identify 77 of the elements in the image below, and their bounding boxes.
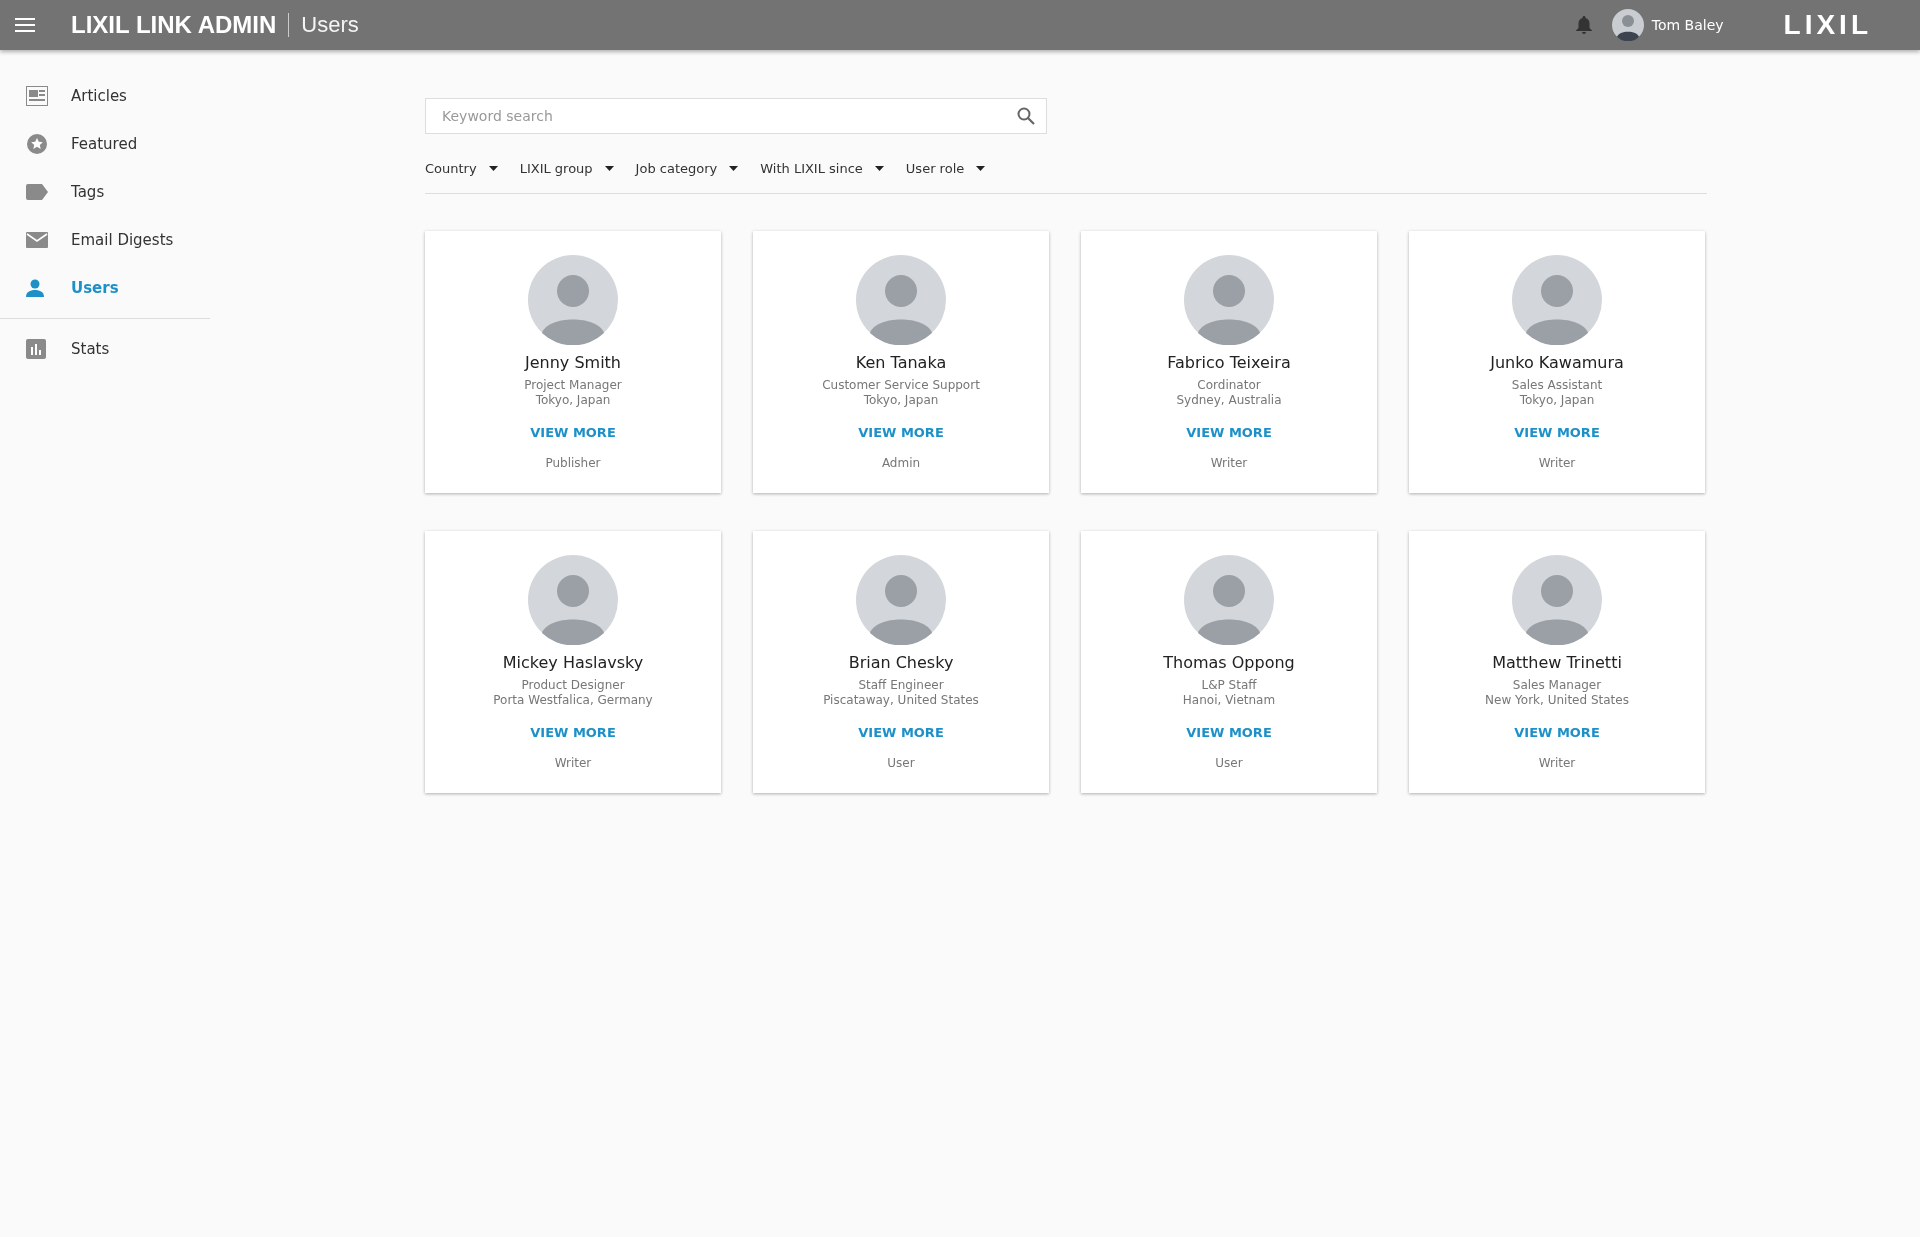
user-role: Writer (1210, 456, 1248, 470)
filter-dropdown[interactable]: User role (905, 161, 986, 176)
job-title: Cordinator (1197, 378, 1261, 393)
user-role: Writer (554, 756, 592, 770)
bell-icon[interactable] (1575, 15, 1592, 35)
view-more-link[interactable]: VIEW MORE (858, 725, 944, 740)
sidebar-item[interactable]: Email Digests (0, 216, 210, 264)
caret-icon (976, 166, 986, 171)
view-more-link[interactable]: VIEW MORE (858, 425, 944, 440)
user-name: Junko Kawamura (1490, 353, 1624, 372)
filter-dropdown[interactable]: With LIXIL since (760, 161, 884, 176)
view-more-link[interactable]: VIEW MORE (530, 725, 616, 740)
avatar-icon[interactable] (1611, 9, 1644, 41)
job-title: Project Manager (524, 378, 622, 393)
user-role: Writer (1538, 456, 1576, 470)
user-role: Admin (881, 456, 921, 470)
sidebar-item[interactable]: Tags (0, 168, 210, 216)
logo: LIXIL (1783, 9, 1872, 41)
avatar-icon (1512, 555, 1602, 645)
caret-icon (729, 166, 739, 171)
avatar-icon (1184, 555, 1274, 645)
view-more-link[interactable]: VIEW MORE (1514, 425, 1600, 440)
sidebar-item[interactable]: Stats (0, 325, 210, 373)
sidebar-item[interactable]: Articles (0, 72, 210, 120)
view-more-link[interactable]: VIEW MORE (1514, 725, 1600, 740)
filter-dropdown[interactable]: LIXIL group (519, 161, 614, 176)
job-title: L&P Staff (1201, 678, 1257, 693)
view-more-link[interactable]: VIEW MORE (530, 425, 616, 440)
location: Sydney, Australia (1176, 393, 1282, 408)
app-title: LIXIL LINK ADMIN (71, 11, 277, 39)
tag-icon (26, 184, 48, 200)
envelope-icon (26, 232, 48, 248)
newspaper-icon (26, 86, 48, 106)
user-name[interactable]: Tom Baley (1651, 17, 1724, 33)
job-title: Staff Engineer (858, 678, 944, 693)
person-icon (26, 279, 44, 297)
user-role: User (887, 756, 915, 770)
filter-dropdown[interactable]: Job category (635, 161, 739, 176)
avatar-icon (856, 255, 946, 345)
user-name: Brian Chesky (848, 653, 954, 672)
search-field[interactable]: Keyword search (425, 98, 1047, 134)
user-role: Publisher (545, 456, 601, 470)
job-title: Sales Manager (1512, 678, 1602, 693)
job-title: Customer Service Support (822, 378, 980, 393)
location: Tokyo, Japan (863, 393, 939, 408)
location: New York, United States (1485, 693, 1629, 708)
user-name: Jenny Smith (525, 353, 621, 372)
user-role: User (1215, 756, 1243, 770)
caret-icon (488, 166, 498, 171)
view-more-link[interactable]: VIEW MORE (1186, 725, 1272, 740)
job-title: Product Designer (521, 678, 625, 693)
avatar-icon (528, 255, 618, 345)
bar-chart-icon (26, 339, 46, 359)
user-role: Writer (1538, 756, 1576, 770)
user-name: Fabrico Teixeira (1167, 353, 1291, 372)
caret-icon (874, 166, 884, 171)
page-title: Users (301, 12, 359, 38)
avatar-icon (1512, 255, 1602, 345)
location: Hanoi, Vietnam (1182, 693, 1276, 708)
filter-dropdown[interactable]: Country (425, 161, 498, 176)
avatar-icon (856, 555, 946, 645)
search-icon[interactable] (1017, 107, 1035, 125)
user-name: Thomas Oppong (1163, 653, 1295, 672)
sidebar-item[interactable]: Featured (0, 120, 210, 168)
location: Tokyo, Japan (535, 393, 611, 408)
caret-icon (604, 166, 614, 171)
location: Tokyo, Japan (1519, 393, 1595, 408)
avatar-icon (1184, 255, 1274, 345)
avatar-icon (528, 555, 618, 645)
menu-icon[interactable] (15, 18, 35, 32)
user-name: Ken Tanaka (855, 353, 947, 372)
user-name: Mickey Haslavsky (502, 653, 644, 672)
location: Porta Westfalica, Germany (493, 693, 653, 708)
location: Piscataway, United States (823, 693, 979, 708)
view-more-link[interactable]: VIEW MORE (1186, 425, 1272, 440)
user-name: Matthew Trinetti (1492, 653, 1622, 672)
job-title: Sales Assistant (1511, 378, 1603, 393)
